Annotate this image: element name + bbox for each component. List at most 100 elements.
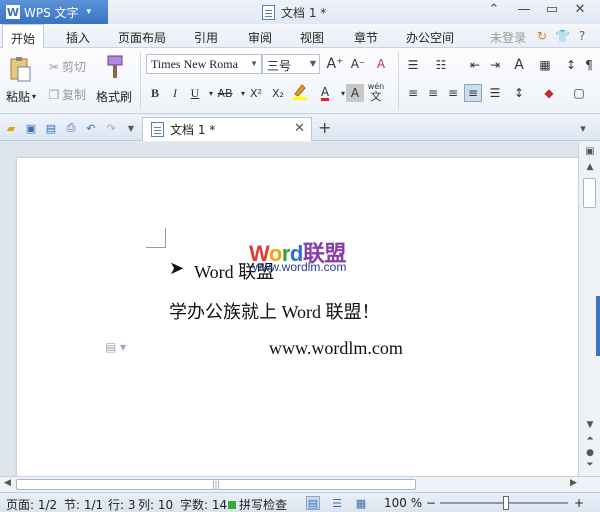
bullet-list-icon[interactable]: ☰	[404, 56, 422, 74]
title-bar: W WPS 文字 ▾ 文档 1 * ⌃ — ▭ ✕	[0, 0, 600, 24]
outline-view-icon[interactable]: ☰	[330, 496, 344, 510]
print-preview-icon[interactable]: ▤	[44, 121, 58, 135]
menu-chapter[interactable]: 章节	[354, 29, 378, 46]
menu-references[interactable]: 引用	[194, 29, 218, 46]
menu-office-space[interactable]: 办公空间	[406, 29, 454, 46]
select-browse-object-icon[interactable]: ●	[583, 448, 597, 458]
font-name-select[interactable]: Times New Roma ▼	[146, 54, 262, 74]
horizontal-scrollbar[interactable]: ◀ ||| ▶	[0, 476, 600, 492]
decrease-indent-icon[interactable]: ⇤	[466, 56, 484, 74]
skin-icon[interactable]: 👕	[555, 29, 570, 43]
format-painter-label[interactable]: 格式刷	[96, 88, 132, 105]
format-painter-icon[interactable]	[104, 54, 126, 80]
menu-insert[interactable]: 插入	[66, 29, 90, 46]
align-right-icon[interactable]: ≡	[444, 84, 462, 102]
increase-indent-icon[interactable]: ⇥	[486, 56, 504, 74]
help-icon[interactable]: ?	[575, 29, 589, 43]
app-menu-button[interactable]: W WPS 文字 ▾	[0, 0, 108, 24]
undo-icon[interactable]: ↶	[84, 121, 98, 135]
next-page-icon[interactable]: ⏷	[583, 460, 597, 470]
scrollbar-thumb[interactable]	[583, 178, 596, 208]
numbered-list-icon[interactable]: ☷	[432, 56, 450, 74]
font-color-button[interactable]: A	[316, 84, 334, 102]
paste-icon	[10, 57, 31, 82]
zoom-out-button[interactable]: −	[426, 496, 436, 510]
subscript-button[interactable]: X₂	[268, 84, 288, 102]
redo-icon[interactable]: ↷	[104, 121, 118, 135]
menu-home[interactable]: 开始	[2, 24, 45, 49]
close-button[interactable]: ✕	[568, 2, 592, 17]
cut-button[interactable]: ✂ 剪切	[46, 58, 86, 75]
justify-icon[interactable]: ≡	[464, 84, 482, 102]
tab-document-1[interactable]: 文档 1 * ✕	[142, 117, 312, 141]
scroll-right-icon[interactable]: ▶	[570, 478, 577, 488]
bullet-arrow-icon: ➤	[169, 258, 185, 278]
scroll-down-icon[interactable]: ▼	[583, 420, 597, 430]
paste-label[interactable]: 粘贴 ▾	[6, 88, 36, 105]
collapse-ribbon-button[interactable]: ⌃	[482, 2, 506, 17]
show-marks-icon[interactable]: ¶	[580, 56, 598, 74]
split-view-icon[interactable]: ▣	[583, 146, 597, 157]
document-canvas[interactable]: Word联盟 ➤ Word 联盟 www.wordlm.com 学办公族就上 W…	[0, 142, 578, 476]
side-panel-handle[interactable]	[596, 296, 600, 356]
section-indicator: 节: 1/1	[64, 498, 104, 512]
zoom-slider-thumb[interactable]	[503, 496, 509, 510]
zoom-level[interactable]: 100 %	[384, 496, 422, 510]
tab-options-icon[interactable]: ▾	[576, 121, 590, 135]
scrollbar-thumb[interactable]: |||	[16, 479, 416, 490]
align-center-icon[interactable]: ≡	[424, 84, 442, 102]
document-icon	[262, 5, 275, 20]
page-view-icon[interactable]: ▤	[306, 496, 320, 510]
paste-button[interactable]	[8, 54, 34, 84]
minimize-button[interactable]: —	[512, 2, 536, 17]
scissors-icon: ✂	[48, 59, 60, 74]
phonetic-guide-button[interactable]: wén 文	[366, 80, 386, 104]
spell-check-toggle[interactable]: 拼写检查	[228, 496, 287, 512]
open-folder-icon[interactable]: ▰	[4, 121, 18, 135]
strikethrough-button[interactable]: AB	[214, 84, 236, 102]
copy-button[interactable]: ❐ 复制	[46, 86, 86, 103]
column-indicator: 列: 10	[138, 498, 174, 512]
menu-view[interactable]: 视图	[300, 29, 324, 46]
previous-page-icon[interactable]: ⏶	[583, 434, 597, 444]
login-status[interactable]: 未登录	[490, 29, 526, 46]
save-icon[interactable]: ▣	[24, 121, 38, 135]
paragraph-text[interactable]: www.wordlm.com	[269, 338, 403, 359]
print-icon[interactable]: ⎙	[64, 121, 78, 135]
clear-format-button[interactable]: A	[372, 55, 390, 73]
row-indicator: 行: 3	[108, 498, 136, 512]
chevron-down-icon[interactable]: ▼	[124, 121, 138, 135]
menu-page-layout[interactable]: 页面布局	[118, 29, 166, 46]
superscript-button[interactable]: X²	[246, 84, 266, 102]
page-indicator[interactable]: 页面: 1/2	[6, 496, 57, 512]
new-tab-button[interactable]: +	[318, 118, 331, 137]
line-spacing-icon[interactable]: ↕	[510, 84, 528, 102]
shading-icon[interactable]: ◆	[540, 84, 558, 102]
word-count[interactable]: 字数: 14	[180, 496, 227, 512]
divider	[140, 52, 141, 110]
document-page[interactable]: Word联盟 ➤ Word 联盟 www.wordlm.com 学办公族就上 W…	[17, 158, 578, 476]
paragraph-text[interactable]: 学办公族就上 Word 联盟！	[169, 298, 380, 324]
close-tab-icon[interactable]: ✕	[294, 121, 305, 136]
table-icon[interactable]: ▦	[536, 56, 554, 74]
scroll-up-icon[interactable]: ▲	[583, 162, 597, 172]
grow-font-button[interactable]: A⁺	[326, 55, 344, 73]
border-icon[interactable]: ▢	[570, 84, 588, 102]
bold-button[interactable]: B	[146, 84, 164, 102]
text-effect-icon[interactable]: A	[510, 56, 528, 74]
sync-icon[interactable]: ↻	[535, 29, 549, 43]
shrink-font-button[interactable]: A⁻	[349, 55, 367, 73]
char-shading-button[interactable]: A	[346, 84, 364, 102]
paragraph-marker-icon[interactable]: ▤ ▾	[105, 340, 126, 354]
web-view-icon[interactable]: ▦	[354, 496, 368, 510]
menu-review[interactable]: 审阅	[248, 29, 272, 46]
scroll-left-icon[interactable]: ◀	[4, 478, 11, 488]
font-size-select[interactable]: 三号 ▼	[262, 54, 320, 74]
sort-icon[interactable]: ↕	[562, 56, 580, 74]
distribute-icon[interactable]: ☰	[486, 84, 504, 102]
zoom-in-button[interactable]: +	[574, 496, 584, 510]
italic-button[interactable]: I	[166, 84, 184, 102]
align-left-icon[interactable]: ≡	[404, 84, 422, 102]
maximize-button[interactable]: ▭	[540, 2, 564, 17]
highlight-button[interactable]	[290, 82, 310, 100]
